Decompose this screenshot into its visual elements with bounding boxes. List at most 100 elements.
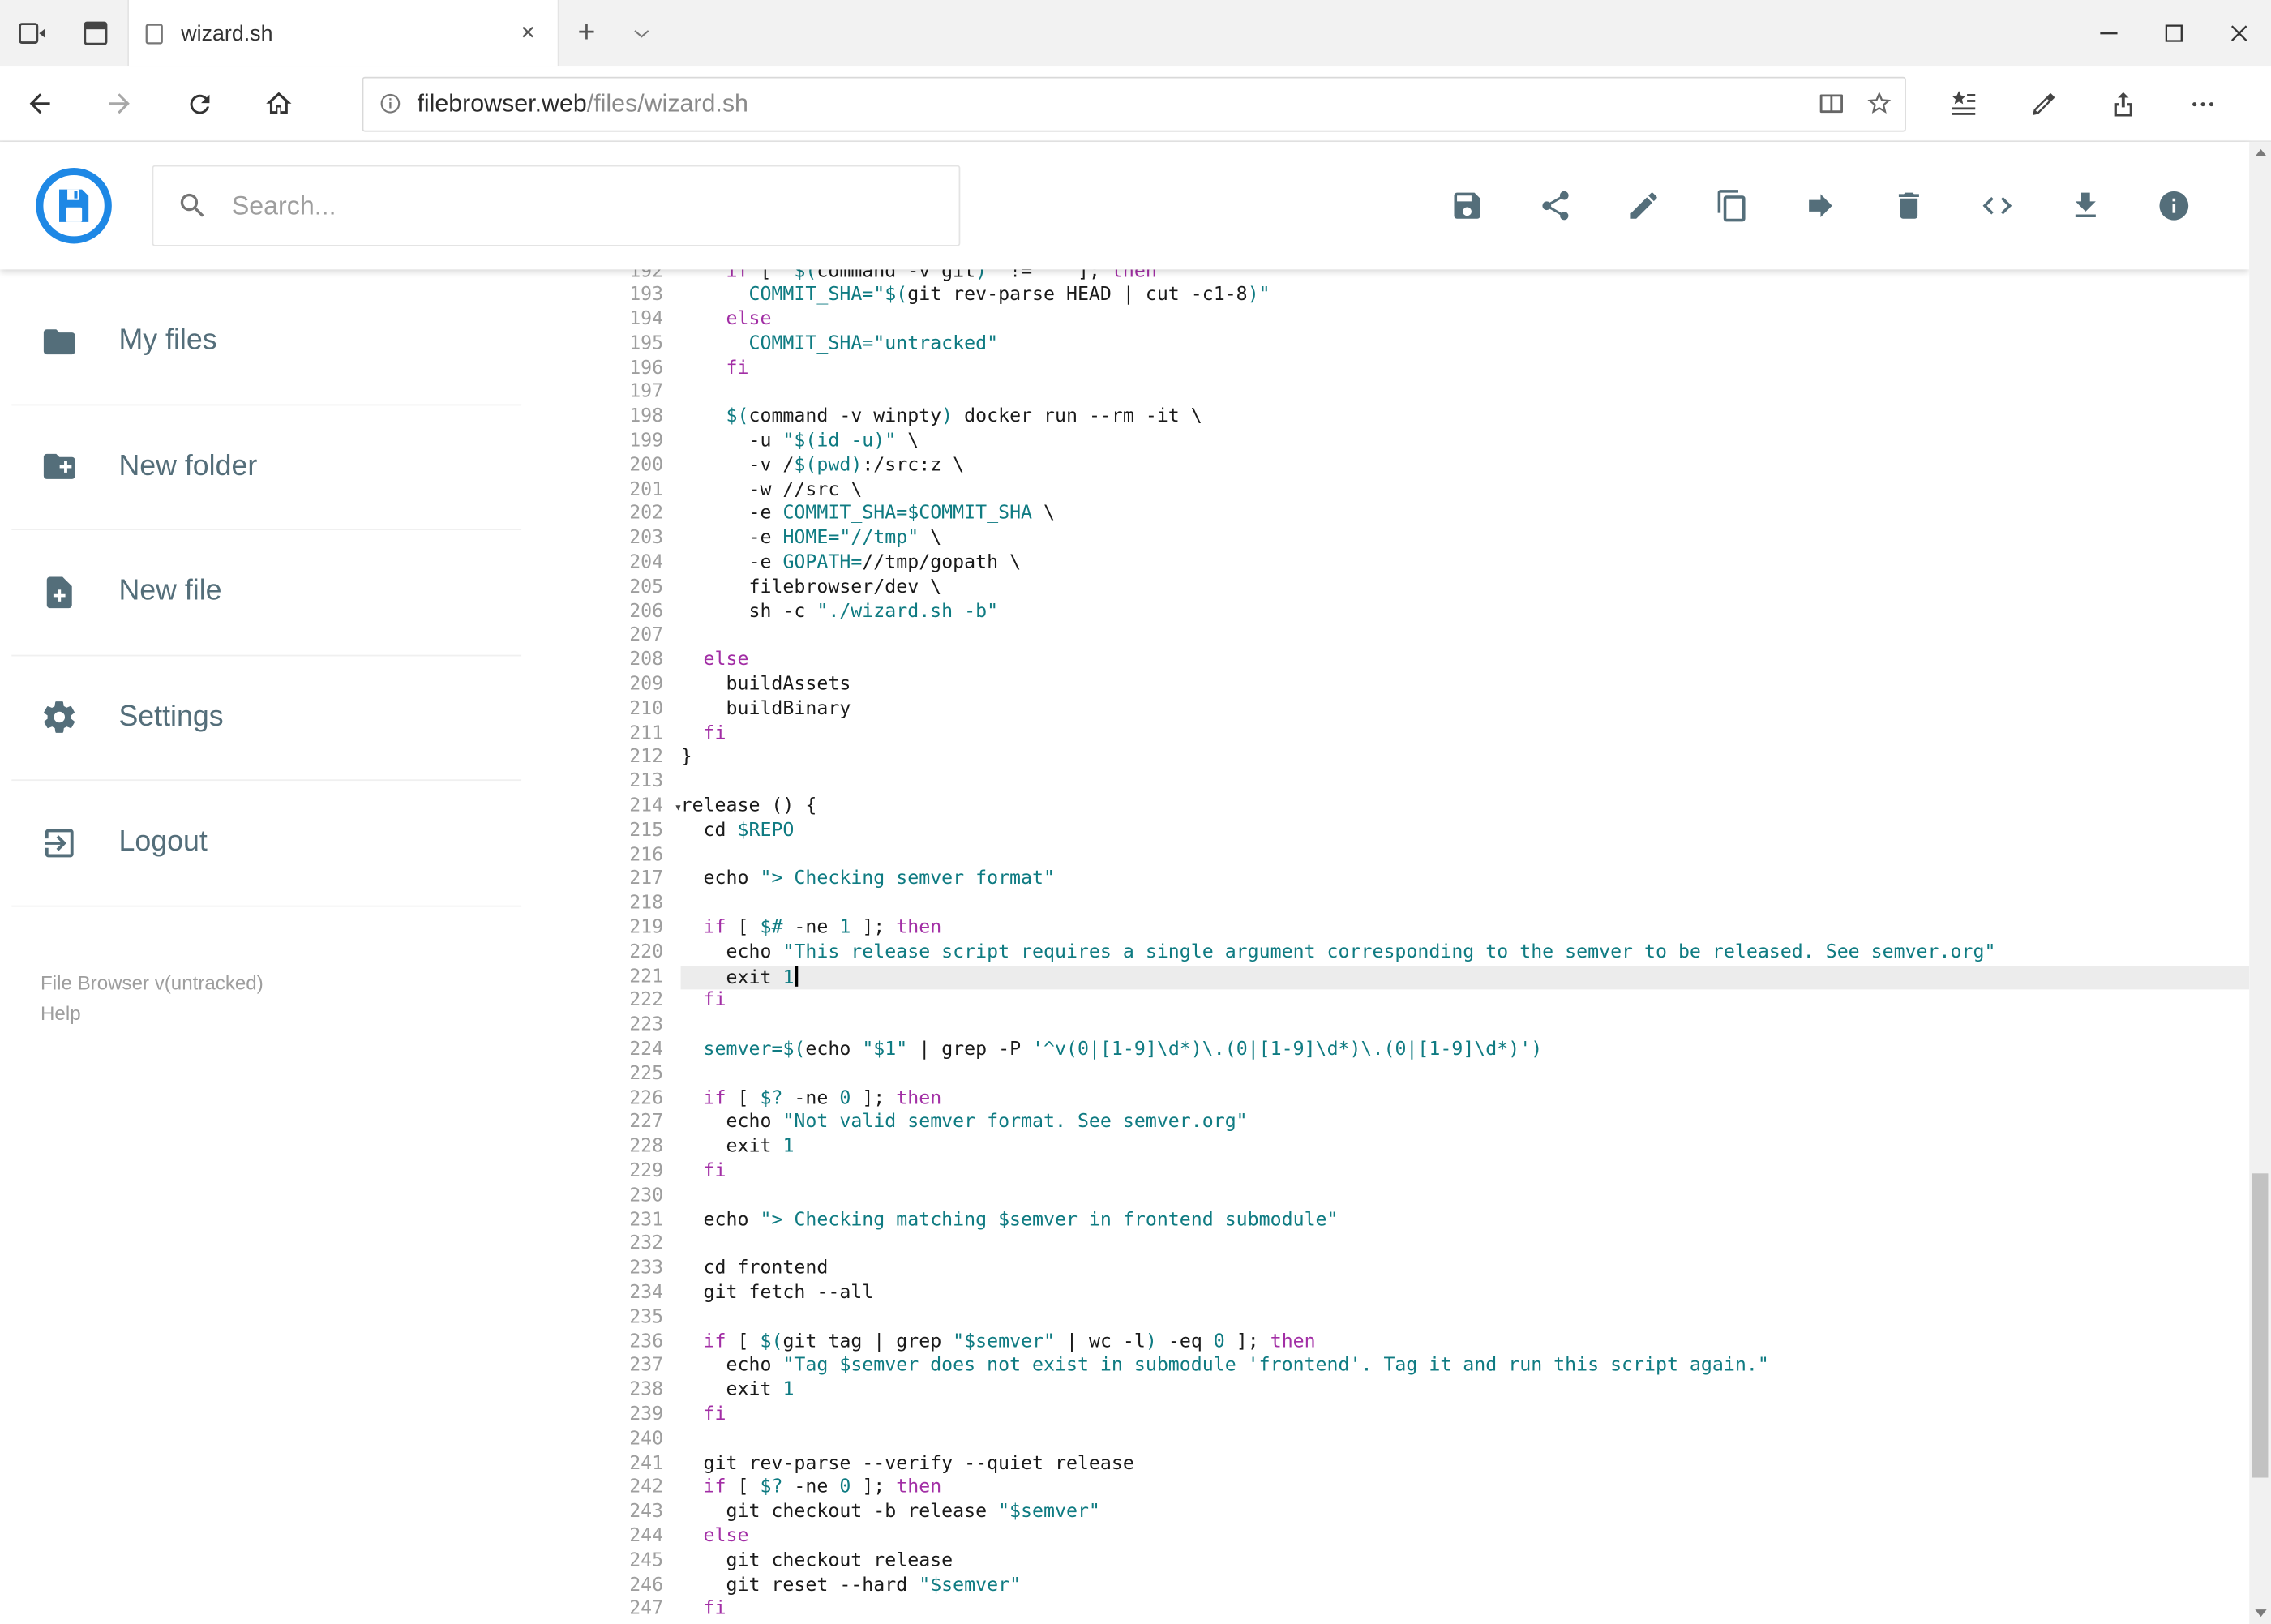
code-line-content[interactable]: fi — [681, 1598, 2250, 1622]
code-line[interactable]: 199 -u "$(id -u)" \ — [585, 431, 2250, 455]
code-line[interactable]: 229 fi — [585, 1160, 2250, 1185]
code-line[interactable]: 231 echo "> Checking matching $semver in… — [585, 1209, 2250, 1233]
code-line[interactable]: 209 buildAssets — [585, 674, 2250, 698]
code-line[interactable]: 232 — [585, 1233, 2250, 1258]
search-input[interactable] — [229, 189, 872, 223]
code-line-content[interactable]: if [ $? -ne 0 ]; then — [681, 1087, 2250, 1112]
code-line[interactable]: 247 fi — [585, 1598, 2250, 1622]
code-line[interactable]: 223 — [585, 1014, 2250, 1039]
code-line-content[interactable]: echo "> Checking matching $semver in fro… — [681, 1209, 2250, 1233]
code-line[interactable]: 221 exit 1 — [585, 966, 2250, 991]
code-line-content[interactable]: -e HOME="//tmp" \ — [681, 528, 2250, 552]
version-link[interactable]: File Browser v(untracked) — [41, 967, 585, 998]
delete-button[interactable] — [1892, 188, 1926, 223]
copy-button[interactable] — [1715, 188, 1750, 223]
annotate-button[interactable] — [2003, 88, 2083, 119]
code-line-content[interactable]: sh -c "./wizard.sh -b" — [681, 601, 2250, 625]
code-line-content[interactable]: if [ $? -ne 0 ]; then — [681, 1476, 2250, 1501]
sidebar-item-my-files[interactable]: My files — [11, 280, 522, 405]
code-line[interactable]: 241 git rev-parse --verify --quiet relea… — [585, 1452, 2250, 1476]
code-line[interactable]: 220 echo "This release script requires a… — [585, 941, 2250, 966]
code-line-content[interactable]: echo "Tag $semver does not exist in subm… — [681, 1355, 2250, 1379]
code-line-content[interactable]: -w //src \ — [681, 479, 2250, 503]
code-line[interactable]: 235 — [585, 1306, 2250, 1330]
code-line-content[interactable]: if [ $(git tag | grep "$semver" | wc -l)… — [681, 1330, 2250, 1355]
code-line-content[interactable]: echo "> Checking semver format" — [681, 868, 2250, 893]
share-button[interactable] — [1538, 188, 1573, 223]
favorite-star-icon[interactable] — [1866, 90, 1893, 118]
code-line[interactable]: 228 exit 1 — [585, 1136, 2250, 1160]
code-line[interactable]: 194 else — [585, 309, 2250, 333]
code-line[interactable]: 198 $(command -v winpty) docker run --rm… — [585, 406, 2250, 431]
code-line-content[interactable]: echo "Not valid semver format. See semve… — [681, 1112, 2250, 1136]
code-line-content[interactable]: filebrowser/dev \ — [681, 576, 2250, 601]
tab-close-icon[interactable]: ✕ — [512, 16, 545, 51]
help-link[interactable]: Help — [41, 997, 585, 1028]
tab-chevron-button[interactable] — [614, 0, 669, 66]
code-line-content[interactable] — [681, 893, 2250, 917]
code-line[interactable]: 243 git checkout -b release "$semver" — [585, 1501, 2250, 1525]
code-line-content[interactable]: fi — [681, 1160, 2250, 1185]
code-line-content[interactable]: else — [681, 1525, 2250, 1549]
code-line[interactable]: 242 if [ $? -ne 0 ]; then — [585, 1476, 2250, 1501]
code-line[interactable]: 236 if [ $(git tag | grep "$semver" | wc… — [585, 1330, 2250, 1355]
code-line[interactable]: 230 — [585, 1185, 2250, 1209]
code-line-content[interactable]: semver=$(echo "$1" | grep -P '^v(0|[1-9]… — [681, 1039, 2250, 1063]
code-line-content[interactable]: git reset --hard "$semver" — [681, 1574, 2250, 1598]
code-line[interactable]: 203 -e HOME="//tmp" \ — [585, 528, 2250, 552]
fold-marker-icon[interactable]: ▾ — [675, 797, 683, 821]
code-line[interactable]: 214 ▾ release () { — [585, 795, 2250, 820]
code-line-content[interactable]: buildBinary — [681, 698, 2250, 722]
code-line[interactable]: 197 — [585, 382, 2250, 406]
code-line-content[interactable]: exit 1 — [680, 966, 2250, 991]
code-line[interactable]: 226 if [ $? -ne 0 ]; then — [585, 1087, 2250, 1112]
code-line-content[interactable]: } — [681, 747, 2250, 771]
code-line[interactable]: 211 fi — [585, 722, 2250, 747]
filebrowser-logo[interactable] — [35, 166, 113, 244]
code-line-content[interactable]: COMMIT_SHA="$(git rev-parse HEAD | cut -… — [681, 285, 2250, 309]
code-line-content[interactable]: COMMIT_SHA="untracked" — [681, 333, 2250, 358]
code-line-content[interactable]: fi — [681, 1403, 2250, 1428]
info-button[interactable] — [2157, 188, 2192, 223]
code-line[interactable]: 204 -e GOPATH=//tmp/gopath \ — [585, 552, 2250, 576]
code-line[interactable]: 225 — [585, 1063, 2250, 1087]
move-button[interactable] — [1803, 188, 1838, 223]
code-line[interactable]: 212} — [585, 747, 2250, 771]
code-line[interactable]: 246 git reset --hard "$semver" — [585, 1574, 2250, 1598]
code-line-content[interactable]: fi — [681, 990, 2250, 1014]
code-line-content[interactable]: git checkout release — [681, 1549, 2250, 1574]
new-tab-button[interactable]: + — [559, 0, 615, 66]
code-line[interactable]: 195 COMMIT_SHA="untracked" — [585, 333, 2250, 358]
code-line[interactable]: 193 COMMIT_SHA="$(git rev-parse HEAD | c… — [585, 285, 2250, 309]
code-line[interactable]: 233 cd frontend — [585, 1258, 2250, 1282]
code-line-content[interactable]: release () { — [681, 795, 2250, 820]
code-line-content[interactable]: $(command -v winpty) docker run --rm -it… — [681, 406, 2250, 431]
code-line[interactable]: 240 — [585, 1428, 2250, 1452]
code-line[interactable]: 196 fi — [585, 358, 2250, 382]
share-page-button[interactable] — [2083, 88, 2162, 119]
code-line[interactable]: 200 -v /$(pwd):/src:z \ — [585, 455, 2250, 479]
code-line-content[interactable]: git checkout -b release "$semver" — [681, 1501, 2250, 1525]
code-line-content[interactable]: fi — [681, 358, 2250, 382]
reading-view-icon[interactable] — [1818, 90, 1845, 118]
browser-tab[interactable]: wizard.sh ✕ — [127, 0, 559, 67]
code-line-content[interactable]: -e GOPATH=//tmp/gopath \ — [681, 552, 2250, 576]
code-line-content[interactable]: cd $REPO — [681, 820, 2250, 844]
code-line[interactable]: 237 echo "Tag $semver does not exist in … — [585, 1355, 2250, 1379]
sidebar-item-settings[interactable]: Settings — [11, 656, 522, 782]
code-line-content[interactable]: else — [681, 649, 2250, 674]
forward-button[interactable] — [79, 88, 159, 119]
code-line[interactable]: 216 — [585, 844, 2250, 868]
code-line-content[interactable]: else — [681, 309, 2250, 333]
minimize-button[interactable] — [2076, 0, 2140, 66]
code-line-content[interactable] — [681, 771, 2250, 795]
code-line[interactable]: 206 sh -c "./wizard.sh -b" — [585, 601, 2250, 625]
code-line-content[interactable]: -v /$(pwd):/src:z \ — [681, 455, 2250, 479]
code-line-content[interactable]: git rev-parse --verify --quiet release — [681, 1452, 2250, 1476]
more-button[interactable] — [2162, 88, 2242, 119]
code-line-content[interactable]: if [ $# -ne 1 ]; then — [681, 917, 2250, 941]
code-line[interactable]: 244 else — [585, 1525, 2250, 1549]
code-line-content[interactable] — [681, 1233, 2250, 1258]
code-line-content[interactable] — [681, 1428, 2250, 1452]
url-text[interactable]: filebrowser.web/files/wizard.sh — [417, 89, 748, 118]
